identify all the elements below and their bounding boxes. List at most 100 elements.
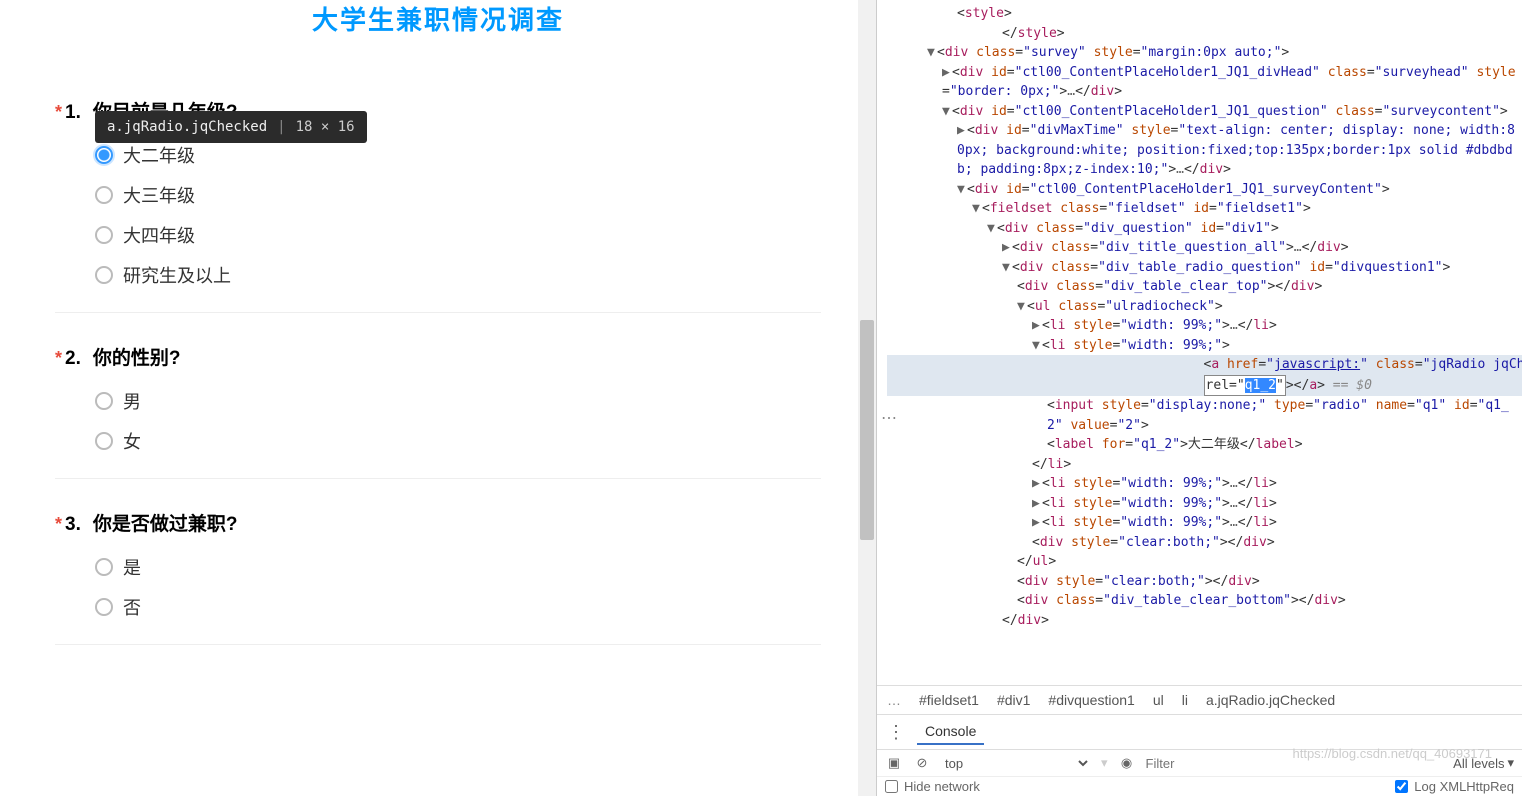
option-row[interactable]: 大四年级 [95, 222, 821, 248]
caret-icon[interactable]: ▶ [1032, 316, 1042, 336]
required-star: * [55, 102, 62, 123]
option-row[interactable]: 否 [95, 594, 821, 620]
question-number: 2. [65, 348, 81, 370]
dom-node[interactable]: ▶<li style="width: 99%;">…</li> [887, 474, 1522, 494]
console-settings-row: Hide network Log XMLHttpReq [877, 776, 1522, 796]
more-icon[interactable]: ⋮ [887, 722, 905, 743]
option-label: 是 [123, 554, 141, 580]
dom-node[interactable]: ▶<li style="width: 99%;">…</li> [887, 494, 1522, 514]
option-label: 大三年级 [123, 182, 195, 208]
dom-node[interactable]: ▼<div class="survey" style="margin:0px a… [887, 43, 1522, 63]
option-row[interactable]: 女 [95, 428, 821, 454]
caret-icon[interactable]: ▼ [942, 102, 952, 122]
breadcrumb-item[interactable]: ul [1153, 692, 1164, 708]
dom-node[interactable]: </div> [887, 611, 1522, 631]
dom-node[interactable]: ▼<div id="ctl00_ContentPlaceHolder1_JQ1_… [887, 180, 1522, 200]
caret-icon[interactable]: ▼ [1032, 336, 1042, 356]
radio-icon[interactable] [95, 146, 113, 164]
dom-node[interactable]: ▼<div id="ctl00_ContentPlaceHolder1_JQ1_… [887, 102, 1522, 122]
watermark: https://blog.csdn.net/qq_40693171 [1293, 746, 1493, 761]
option-row[interactable]: 大三年级 [95, 182, 821, 208]
caret-icon[interactable]: ▶ [1032, 513, 1042, 533]
devtools-panel: <style></style>▼<div class="survey" styl… [876, 0, 1522, 796]
dom-node[interactable]: <a href="javascript:" class="jqRadio jqC… [887, 355, 1522, 396]
radio-icon[interactable] [95, 186, 113, 204]
breadcrumb[interactable]: … #fieldset1 #div1 #divquestion1 ul li a.jqRad… [877, 685, 1522, 714]
breadcrumb-item[interactable]: a.jqRadio.jqChecked [1206, 692, 1335, 708]
dom-node[interactable]: </li> [887, 455, 1522, 475]
dom-node[interactable]: <input style="display:none;" type="radio… [887, 396, 1522, 435]
caret-icon[interactable]: ▶ [1032, 494, 1042, 514]
console-header: ⋮ Console [877, 714, 1522, 749]
caret-icon[interactable]: ▼ [1017, 297, 1027, 317]
option-label: 大四年级 [123, 222, 195, 248]
caret-icon[interactable]: ▶ [1002, 238, 1012, 258]
dom-node[interactable]: <style> [887, 4, 1522, 24]
radio-icon[interactable] [95, 266, 113, 284]
dom-node[interactable]: ▶<div class="div_title_question_all">…</… [887, 238, 1522, 258]
elements-tree[interactable]: <style></style>▼<div class="survey" styl… [877, 0, 1522, 685]
dom-node[interactable]: ▶<li style="width: 99%;">…</li> [887, 513, 1522, 533]
question-number: 1. [65, 102, 81, 124]
dom-node[interactable]: ▶<div id="ctl00_ContentPlaceHolder1_JQ1_… [887, 63, 1522, 102]
scrollbar[interactable] [858, 0, 876, 796]
question: *2.你的性别?男女 [55, 313, 821, 479]
survey-title: 大学生兼职情况调查 [55, 0, 821, 67]
breadcrumb-item[interactable]: #divquestion1 [1048, 692, 1134, 708]
survey-page: 大学生兼职情况调查 *1.你目前是几年级?a.jqRadio.jqChecked… [0, 0, 876, 796]
context-select[interactable]: top [941, 755, 1091, 772]
option-label: 研究生及以上 [123, 262, 231, 288]
caret-icon[interactable]: ▼ [927, 43, 937, 63]
option-row[interactable]: 是 [95, 554, 821, 580]
caret-icon[interactable]: ▶ [957, 121, 967, 141]
caret-icon[interactable]: ▼ [987, 219, 997, 239]
dom-node[interactable]: </style> [887, 24, 1522, 44]
dom-node[interactable]: <div class="div_table_clear_bottom"></di… [887, 591, 1522, 611]
dom-node[interactable]: </ul> [887, 552, 1522, 572]
hide-network-checkbox[interactable] [885, 780, 898, 793]
option-row[interactable]: 男 [95, 388, 821, 414]
console-tab[interactable]: Console [917, 719, 984, 745]
question-number: 3. [65, 514, 81, 536]
dom-node[interactable]: <label for="q1_2">大二年级</label> [887, 435, 1522, 455]
caret-icon[interactable]: ▶ [1032, 474, 1042, 494]
dom-node[interactable]: ▼<li style="width: 99%;"> [887, 336, 1522, 356]
log-xhr-label: Log XMLHttpReq [1414, 779, 1514, 794]
dom-node[interactable]: ▼<div class="div_question" id="div1"> [887, 219, 1522, 239]
radio-icon[interactable] [95, 226, 113, 244]
caret-icon[interactable]: ▶ [942, 63, 952, 83]
dom-node[interactable]: ▼<fieldset class="fieldset" id="fieldset… [887, 199, 1522, 219]
log-xhr-checkbox[interactable] [1395, 780, 1408, 793]
dom-node[interactable]: <div style="clear:both;"></div> [887, 533, 1522, 553]
caret-icon[interactable]: ▼ [1002, 258, 1012, 278]
breadcrumb-item[interactable]: #div1 [997, 692, 1030, 708]
breadcrumb-item[interactable]: … [887, 692, 901, 708]
question: *3.你是否做过兼职?是否 [55, 479, 821, 645]
line-actions-icon[interactable]: ⋯ [881, 408, 898, 428]
dom-node[interactable]: ▶<div id="divMaxTime" style="text-align:… [887, 121, 1522, 180]
option-row[interactable]: 大二年级 [95, 142, 821, 168]
dom-node[interactable]: <div class="div_table_clear_top"></div> [887, 277, 1522, 297]
dom-node[interactable]: ▶<li style="width: 99%;">…</li> [887, 316, 1522, 336]
radio-icon[interactable] [95, 598, 113, 616]
option-label: 女 [123, 428, 141, 454]
question-text: 你是否做过兼职? [93, 509, 238, 536]
caret-icon[interactable]: ▼ [957, 180, 967, 200]
required-star: * [55, 348, 62, 369]
clear-console-icon[interactable]: ⊘ [913, 754, 931, 772]
toggle-sidebar-icon[interactable]: ▣ [885, 754, 903, 772]
caret-icon[interactable]: ▼ [972, 199, 982, 219]
radio-icon[interactable] [95, 432, 113, 450]
radio-icon[interactable] [95, 392, 113, 410]
question: *1.你目前是几年级?a.jqRadio.jqChecked|18 × 16大二… [55, 67, 821, 313]
eye-icon[interactable]: ◉ [1118, 754, 1136, 772]
dom-node[interactable]: <div style="clear:both;"></div> [887, 572, 1522, 592]
radio-icon[interactable] [95, 558, 113, 576]
scrollbar-thumb[interactable] [860, 320, 874, 540]
attr-edit-box[interactable]: rel="q1_2" [1204, 375, 1286, 397]
dom-node[interactable]: ▼<ul class="ulradiocheck"> [887, 297, 1522, 317]
breadcrumb-item[interactable]: li [1182, 692, 1188, 708]
breadcrumb-item[interactable]: #fieldset1 [919, 692, 979, 708]
dom-node[interactable]: ▼<div class="div_table_radio_question" i… [887, 258, 1522, 278]
option-row[interactable]: 研究生及以上 [95, 262, 821, 288]
